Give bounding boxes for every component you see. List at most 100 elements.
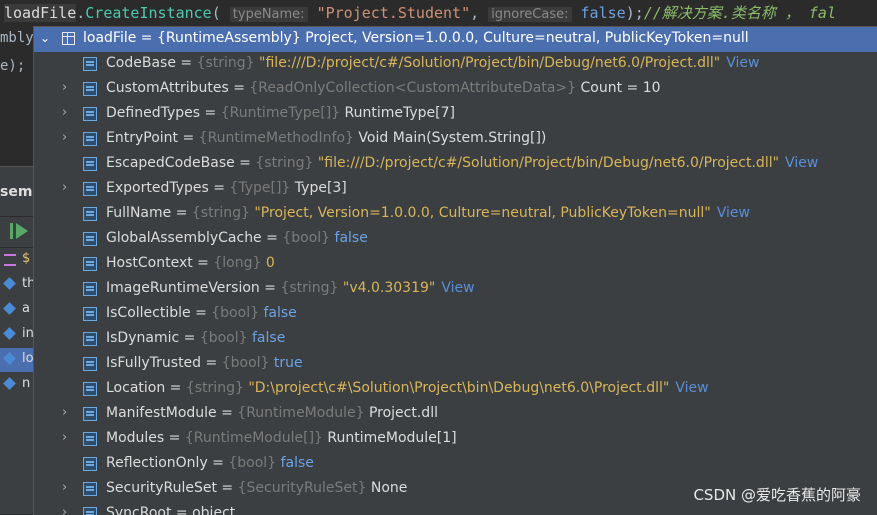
equals-sign: = (208, 180, 230, 196)
code-comment: //解决方案.类名称 ， fal (643, 4, 836, 22)
view-link[interactable]: View (441, 280, 474, 296)
tree-item-isdynamic[interactable]: IsDynamic = {bool} false (34, 327, 877, 352)
tree-item-line: ManifestModule = {RuntimeModule} Project… (106, 405, 438, 421)
code-variable[interactable]: loadFile (4, 4, 77, 22)
code-open-paren: ( (211, 4, 221, 22)
property-name: SecurityRuleSet (106, 480, 217, 496)
chevron-down-icon[interactable]: ⌄ (40, 31, 50, 45)
tree-item-isfullytrusted[interactable]: IsFullyTrusted = {bool} true (34, 352, 877, 377)
tree-item-fullname[interactable]: FullName = {string} "Project, Version=1.… (34, 202, 877, 227)
equals-sign: = (190, 305, 212, 321)
variables-row[interactable]: n (0, 373, 34, 397)
tree-item-line: IsFullyTrusted = {bool} true (106, 355, 303, 371)
property-icon (83, 432, 97, 446)
chevron-right-icon[interactable]: › (62, 80, 67, 95)
property-type: {bool} (282, 230, 331, 246)
equals-sign: = (178, 130, 199, 146)
tree-item-line: GlobalAssemblyCache = {bool} false (106, 230, 368, 246)
property-name: Modules (106, 430, 165, 446)
tree-item-escapedcodebase[interactable]: EscapedCodeBase = {string} "file:///D:/p… (34, 152, 877, 177)
tree-item-globalassemblycache[interactable]: GlobalAssemblyCache = {bool} false (34, 227, 877, 252)
code-close-paren: ); (625, 4, 644, 22)
property-name: CodeBase (106, 55, 176, 71)
variables-row[interactable]: th (0, 273, 34, 297)
property-value: false (263, 305, 297, 321)
field-icon (3, 327, 16, 340)
property-name: ExportedTypes (106, 180, 209, 196)
property-value: Void Main(System.String[]) (358, 130, 547, 146)
equals-sign: = (175, 55, 197, 71)
variables-row-selected[interactable]: lo (0, 348, 34, 372)
property-name: IsCollectible (106, 305, 191, 321)
property-name: ReflectionOnly (106, 455, 208, 471)
property-icon (83, 457, 97, 471)
property-name: FullName (106, 205, 172, 221)
variables-row[interactable]: in (0, 323, 34, 347)
property-type: {bool} (221, 355, 270, 371)
code-method[interactable]: CreateInstance (85, 4, 211, 22)
code-dot: . (76, 4, 86, 22)
tree-item-definedtypes[interactable]: › DefinedTypes = {RuntimeType[]} RuntimeT… (34, 102, 877, 127)
property-value: false (280, 455, 314, 471)
tree-item-line: ExportedTypes = {Type[]} Type[3] (106, 180, 347, 196)
tree-item-exportedtypes[interactable]: › ExportedTypes = {Type[]} Type[3] (34, 177, 877, 202)
property-icon (83, 357, 97, 371)
tree-item-location[interactable]: Location = {string} "D:\project\c#\Solut… (34, 377, 877, 402)
variables-row[interactable]: $ (0, 248, 34, 272)
field-icon (3, 352, 16, 365)
tree-item-customattributes[interactable]: › CustomAttributes = {ReadOnlyCollection<… (34, 77, 877, 102)
variables-row[interactable]: a (0, 298, 34, 322)
property-type: {RuntimeModule} (237, 405, 365, 421)
property-icon (83, 257, 97, 271)
property-type: {string} (280, 280, 339, 296)
property-type: {bool} (199, 330, 248, 346)
list-icon (4, 254, 16, 266)
equals-sign: = (234, 155, 256, 171)
tree-item-entrypoint[interactable]: › EntryPoint = {RuntimeMethodInfo} Void M… (34, 127, 877, 152)
debug-toolbar (0, 216, 34, 248)
tree-item-reflectiononly[interactable]: ReflectionOnly = {bool} false (34, 452, 877, 477)
chevron-right-icon[interactable]: › (62, 430, 67, 445)
tree-item-hostcontext[interactable]: HostContext = {long} 0 (34, 252, 877, 277)
tree-item-manifestmodule[interactable]: › ManifestModule = {RuntimeModule} Projec… (34, 402, 877, 427)
property-value: false (252, 330, 286, 346)
resume-icon[interactable] (16, 223, 28, 239)
tree-item-iscollectible[interactable]: IsCollectible = {bool} false (34, 302, 877, 327)
field-icon (3, 377, 16, 390)
equals-sign: = (171, 205, 192, 221)
property-type: {bool} (211, 305, 259, 321)
chevron-right-icon[interactable]: › (62, 130, 67, 145)
property-type: {long} (213, 255, 262, 271)
property-icon (83, 482, 97, 496)
view-link[interactable]: View (675, 380, 708, 396)
variables-row-label: n (22, 376, 31, 391)
equals-sign: = (259, 280, 281, 296)
tree-item-line: CodeBase = {string} "file:///D:/project/… (106, 55, 759, 71)
property-name: EntryPoint (106, 130, 179, 146)
view-link[interactable]: View (785, 155, 818, 171)
tree-item-imageruntimeversion[interactable]: ImageRuntimeVersion = {string} "v4.0.303… (34, 277, 877, 302)
tree-item-codebase[interactable]: CodeBase = {string} "file:///D:/project/… (34, 52, 877, 77)
property-name: IsFullyTrusted (106, 355, 202, 371)
code-arg-typename: "Project.Student" (316, 4, 471, 22)
tree-item-modules[interactable]: › Modules = {RuntimeModule[]} RuntimeModu… (34, 427, 877, 452)
chevron-right-icon[interactable]: › (62, 480, 67, 495)
property-icon (83, 382, 97, 396)
tree-item-line: CustomAttributes = {ReadOnlyCollection<C… (106, 80, 661, 96)
property-icon (83, 232, 97, 246)
tree-item-line: Location = {string} "D:\project\c#\Solut… (106, 380, 709, 396)
property-type: {RuntimeType[]} (220, 105, 341, 121)
debug-tooltip-tree: ⌄ loadFile = {RuntimeAssembly} Project, … (33, 26, 877, 515)
chevron-right-icon[interactable]: › (62, 180, 67, 195)
chevron-right-icon[interactable]: › (62, 105, 67, 120)
property-icon (83, 132, 97, 146)
view-link[interactable]: View (717, 205, 750, 221)
property-type: {ReadOnlyCollection<CustomAttributeData>… (249, 80, 577, 96)
param-hint-ignorecase: ignoreCase: (488, 7, 572, 22)
chevron-right-icon[interactable]: › (62, 405, 67, 420)
equals-sign: = (216, 405, 238, 421)
property-name: ManifestModule (106, 405, 217, 421)
tree-root-row[interactable]: ⌄ loadFile = {RuntimeAssembly} Project, … (34, 27, 877, 52)
property-type: {SecurityRuleSet} (237, 480, 367, 496)
view-link[interactable]: View (726, 55, 759, 71)
